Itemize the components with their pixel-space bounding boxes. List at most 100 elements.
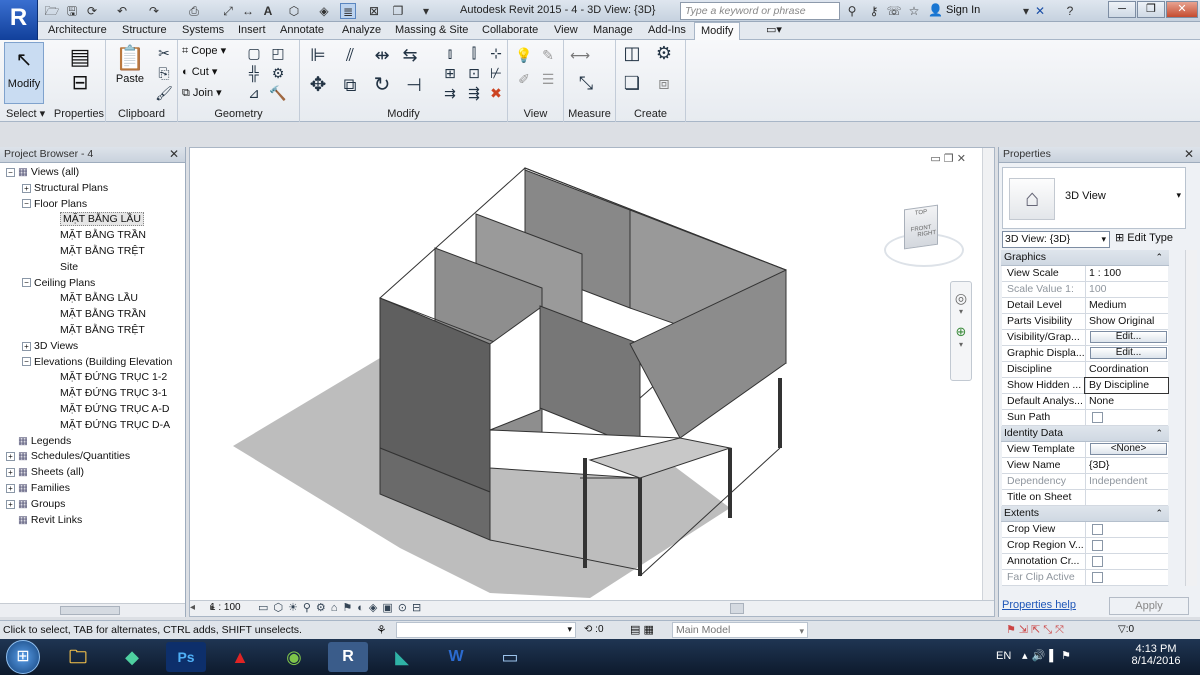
copy-icon[interactable]: ⧉ xyxy=(340,76,360,94)
tree-item[interactable]: MẶT ĐỨNG TRỤC 3-1 xyxy=(60,386,167,402)
collapse-group-icon[interactable]: ⌃ xyxy=(1155,506,1163,521)
3d-view-canvas[interactable]: ▭ ❐ ✕ TOP FRONT RIGHT ◎ ▾ ⊕ ▾ ◂ ▸ 1: 10… xyxy=(189,147,995,617)
scroll-left-icon[interactable]: ◂ xyxy=(190,602,195,613)
tree-item[interactable]: − ▦ Views (all) xyxy=(6,165,79,181)
close-button[interactable]: ✕ xyxy=(1166,1,1198,18)
tree-item[interactable]: + ▦ Schedules/Quantities xyxy=(6,449,130,465)
tree-item[interactable]: MẶT BẰNG LẦU xyxy=(60,291,138,307)
property-checkbox-cell[interactable] xyxy=(1085,410,1168,425)
join-button[interactable]: ⧉ Join ▾ xyxy=(182,86,222,100)
property-checkbox[interactable] xyxy=(1092,412,1103,423)
modify-button[interactable]: ↖ Modify xyxy=(4,42,44,104)
search-input[interactable]: Type a keyword or phrase xyxy=(680,2,840,20)
explorer-app-icon[interactable]: 🗀 xyxy=(58,642,98,672)
view-scale-control[interactable]: 1 : 100 xyxy=(210,602,241,613)
expand-icon[interactable]: + xyxy=(6,483,15,493)
property-checkbox[interactable] xyxy=(1092,524,1103,535)
green-app-icon[interactable]: ◉ xyxy=(274,642,314,672)
apply-button[interactable]: Apply xyxy=(1109,597,1189,615)
property-group-header[interactable]: Identity Data ⌃ xyxy=(1001,426,1169,442)
offset-icon[interactable]: ⫽ xyxy=(340,46,360,64)
property-checkbox[interactable] xyxy=(1092,572,1103,583)
expand-icon[interactable]: + xyxy=(6,499,15,509)
tree-item[interactable]: ▦ Legends xyxy=(6,434,71,450)
tree-item[interactable]: − Elevations (Building Elevation xyxy=(22,355,172,371)
mirror-axis-icon[interactable]: ⇹ xyxy=(372,46,392,64)
thin-lines-icon[interactable]: ≣ xyxy=(340,3,356,19)
type-properties-button[interactable]: ▤ ⊟ xyxy=(62,44,98,102)
steering-dropdown-icon[interactable]: ▾ xyxy=(951,307,971,316)
autocad-app-icon[interactable]: ▲ xyxy=(220,642,260,672)
create-assembly-icon[interactable]: ◫ xyxy=(622,44,642,62)
print-icon[interactable]: ⎙ xyxy=(186,3,202,19)
property-value-button-cell[interactable]: Edit... xyxy=(1085,346,1168,361)
property-value[interactable]: Independent xyxy=(1085,474,1168,489)
demolish-icon[interactable]: ⚙ xyxy=(268,64,288,82)
property-value[interactable]: 100 xyxy=(1085,282,1168,297)
zoom-dropdown-icon[interactable]: ▾ xyxy=(951,340,971,349)
property-group-header[interactable]: Extents ⌃ xyxy=(1001,506,1169,522)
tree-item[interactable]: MẶT ĐỨNG TRỤC 1-2 xyxy=(60,370,167,386)
expand-icon[interactable]: + xyxy=(22,183,31,193)
tab-annotate[interactable]: Annotate xyxy=(274,22,330,40)
minimize-button[interactable]: ─ xyxy=(1108,1,1136,18)
save-icon[interactable]: 🖫 xyxy=(64,3,80,19)
system-tray-icons[interactable]: ▴🔊▌⚑ xyxy=(1022,649,1075,662)
view-control-icons[interactable]: ▭⬡☀⚲⚙⌂⚑◐◈▣⊙⊟ xyxy=(258,601,426,614)
maximize-button[interactable]: ❐ xyxy=(1137,1,1165,18)
property-checkbox-cell[interactable] xyxy=(1085,538,1168,553)
building-3d-model[interactable] xyxy=(190,148,996,618)
trim-extend-icon[interactable]: ⇉ xyxy=(440,84,460,102)
property-value[interactable] xyxy=(1085,490,1168,505)
collapse-group-icon[interactable]: ⌃ xyxy=(1155,426,1163,441)
cut-geometry-button[interactable]: ◐ Cut ▾ xyxy=(182,65,217,78)
horizontal-scrollbar[interactable] xyxy=(0,603,185,617)
zoom-region-icon[interactable]: ⊕ xyxy=(951,324,971,340)
measure-icon[interactable]: ⤢ xyxy=(220,3,236,19)
collapse-icon[interactable]: − xyxy=(6,167,15,177)
property-value[interactable]: Coordination xyxy=(1085,362,1168,377)
tree-item[interactable]: ▦ Revit Links xyxy=(6,513,82,529)
property-value[interactable]: None xyxy=(1085,394,1168,409)
tree-item[interactable]: MẶT BẰNG TRẦN xyxy=(60,307,146,323)
property-group-header[interactable]: Graphics ⌃ xyxy=(1001,250,1169,266)
paste-button[interactable]: 📋 Paste xyxy=(114,44,146,96)
split-icon[interactable]: ⫾ xyxy=(440,44,460,62)
edit-type-button[interactable]: ⊞ Edit Type xyxy=(1115,231,1173,244)
collapse-icon[interactable]: − xyxy=(22,199,31,209)
quick-access-dropdown-icon[interactable]: ▾ xyxy=(418,3,434,19)
property-value-button-cell[interactable]: <None> xyxy=(1085,442,1168,457)
tree-item[interactable]: + ▦ Families xyxy=(6,481,70,497)
vertical-scrollbar[interactable] xyxy=(982,148,994,604)
tree-item[interactable]: MẶT BẰNG LẦU xyxy=(60,212,144,228)
paint-icon[interactable]: ◰ xyxy=(268,44,288,62)
tab-insert[interactable]: Insert xyxy=(232,22,272,40)
match-properties-icon[interactable]: 🖌 xyxy=(154,84,174,102)
tab-massing-site[interactable]: Massing & Site xyxy=(389,22,474,40)
tree-item[interactable]: MẶT BẰNG TRẦN xyxy=(60,228,146,244)
section-icon[interactable]: ◈ xyxy=(316,3,332,19)
unpin-icon[interactable]: ⊬ xyxy=(486,64,506,82)
tree-item[interactable]: + ▦ Sheets (all) xyxy=(6,465,84,481)
hide-in-view-icon[interactable]: 💡 xyxy=(514,46,534,64)
tab-add-ins[interactable]: Add-Ins xyxy=(642,22,692,40)
split-face-icon[interactable]: ▢ xyxy=(244,44,264,62)
property-checkbox[interactable] xyxy=(1092,556,1103,567)
design-option-dropdown[interactable]: Main Model ▾ xyxy=(672,622,808,638)
type-dropdown-icon[interactable]: ▾ xyxy=(1176,190,1181,201)
open-icon[interactable]: 🗁 xyxy=(44,3,60,19)
tree-item[interactable]: MẶT BẰNG TRỆT xyxy=(60,323,145,339)
tab-collaborate[interactable]: Collaborate xyxy=(476,22,544,40)
worksets-icon[interactable]: ⚘ xyxy=(376,623,387,637)
property-value[interactable]: 1 : 100 xyxy=(1085,266,1168,281)
tree-item[interactable]: Site xyxy=(60,260,78,276)
expand-icon[interactable]: + xyxy=(22,341,31,351)
select-panel-label[interactable]: Select ▾ xyxy=(0,107,52,120)
beam-join-icon[interactable]: ⊿ xyxy=(244,84,264,102)
override-elements-icon[interactable]: ☰ xyxy=(538,70,558,88)
properties-scrollbar[interactable] xyxy=(1185,250,1197,586)
cut-clipboard-icon[interactable]: ✂ xyxy=(154,44,174,62)
selection-toggle-icons[interactable]: ⚑⇲⇱⤡⤧ xyxy=(1006,623,1067,637)
tab-architecture[interactable]: Architecture xyxy=(42,22,113,40)
collapse-icon[interactable]: − xyxy=(22,278,31,288)
